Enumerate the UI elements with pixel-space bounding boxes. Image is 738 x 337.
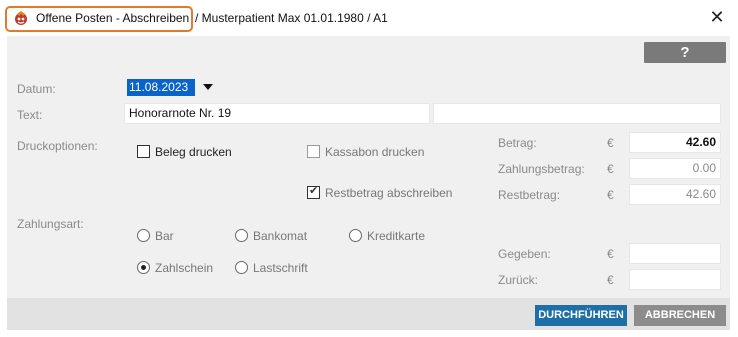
app-logo-icon [15, 11, 27, 25]
currency-symbol: € [607, 188, 614, 202]
restbetrag-abschreiben-checkbox[interactable]: ✔ [307, 185, 320, 199]
beleg-label[interactable]: Beleg drucken [155, 145, 232, 159]
dialog-body: ? Datum: 11.08.2023 Text: Honorarnote Nr… [7, 36, 730, 330]
kassabon-label[interactable]: Kassabon drucken [325, 145, 424, 159]
radio-lastschrift-label[interactable]: Lastschrift [253, 261, 308, 275]
text-input[interactable]: Honorarnote Nr. 19 [124, 103, 430, 124]
radio-kreditkarte[interactable] [349, 229, 362, 242]
execute-button[interactable]: DURCHFÜHREN [535, 305, 627, 326]
radio-bankomat-label[interactable]: Bankomat [253, 229, 307, 243]
help-button[interactable]: ? [644, 42, 726, 63]
radio-bar-label[interactable]: Bar [155, 229, 174, 243]
close-button[interactable]: ✕ [705, 6, 729, 28]
radio-kreditkarte-label[interactable]: Kreditkarte [367, 229, 425, 243]
currency-symbol: € [607, 162, 614, 176]
window-subtitle: / Musterpatient Max 01.01.1980 / A1 [195, 11, 388, 25]
betrag-field[interactable]: 42.60 [629, 132, 721, 153]
title-bar: Offene Posten - Abschreiben / Musterpati… [0, 0, 738, 36]
zurueck-label: Zurück: [498, 273, 539, 287]
gegeben-label: Gegeben: [498, 247, 551, 261]
betrag-label: Betrag: [498, 136, 537, 150]
restbetrag-field[interactable]: 42.60 [629, 184, 721, 205]
checkmark-icon: ✔ [309, 185, 319, 197]
text-label: Text: [17, 108, 43, 122]
restbetrag-abschreiben-label[interactable]: Restbetrag abschreiben [325, 186, 452, 200]
chevron-down-icon[interactable] [203, 84, 213, 90]
currency-symbol: € [607, 273, 614, 287]
kassabon-checkbox[interactable] [307, 145, 320, 158]
gegeben-field[interactable] [629, 243, 721, 264]
text-input-secondary[interactable] [433, 103, 721, 124]
currency-symbol: € [607, 247, 614, 261]
zahlungsbetrag-label: Zahlungsbetrag: [498, 162, 585, 176]
druckoptionen-label: Druckoptionen: [17, 139, 98, 153]
close-icon[interactable]: ✕ [709, 7, 724, 27]
restbetrag-label: Restbetrag: [498, 188, 561, 202]
radio-zahlschein[interactable] [137, 261, 150, 274]
radio-bar[interactable] [137, 229, 150, 242]
datum-input[interactable]: 11.08.2023 [127, 79, 195, 96]
cancel-button[interactable]: ABBRECHEN [634, 305, 726, 326]
beleg-checkbox[interactable] [137, 145, 150, 158]
datum-label: Datum: [17, 82, 56, 96]
zahlungsbetrag-field[interactable]: 0.00 [629, 158, 721, 179]
radio-zahlschein-label[interactable]: Zahlschein [155, 261, 213, 275]
window-title: Offene Posten - Abschreiben [36, 11, 190, 25]
zurueck-field[interactable] [629, 269, 721, 290]
currency-symbol: € [607, 136, 614, 150]
radio-bankomat[interactable] [235, 229, 248, 242]
zahlungsart-label: Zahlungsart: [17, 217, 84, 231]
radio-lastschrift[interactable] [235, 261, 248, 274]
